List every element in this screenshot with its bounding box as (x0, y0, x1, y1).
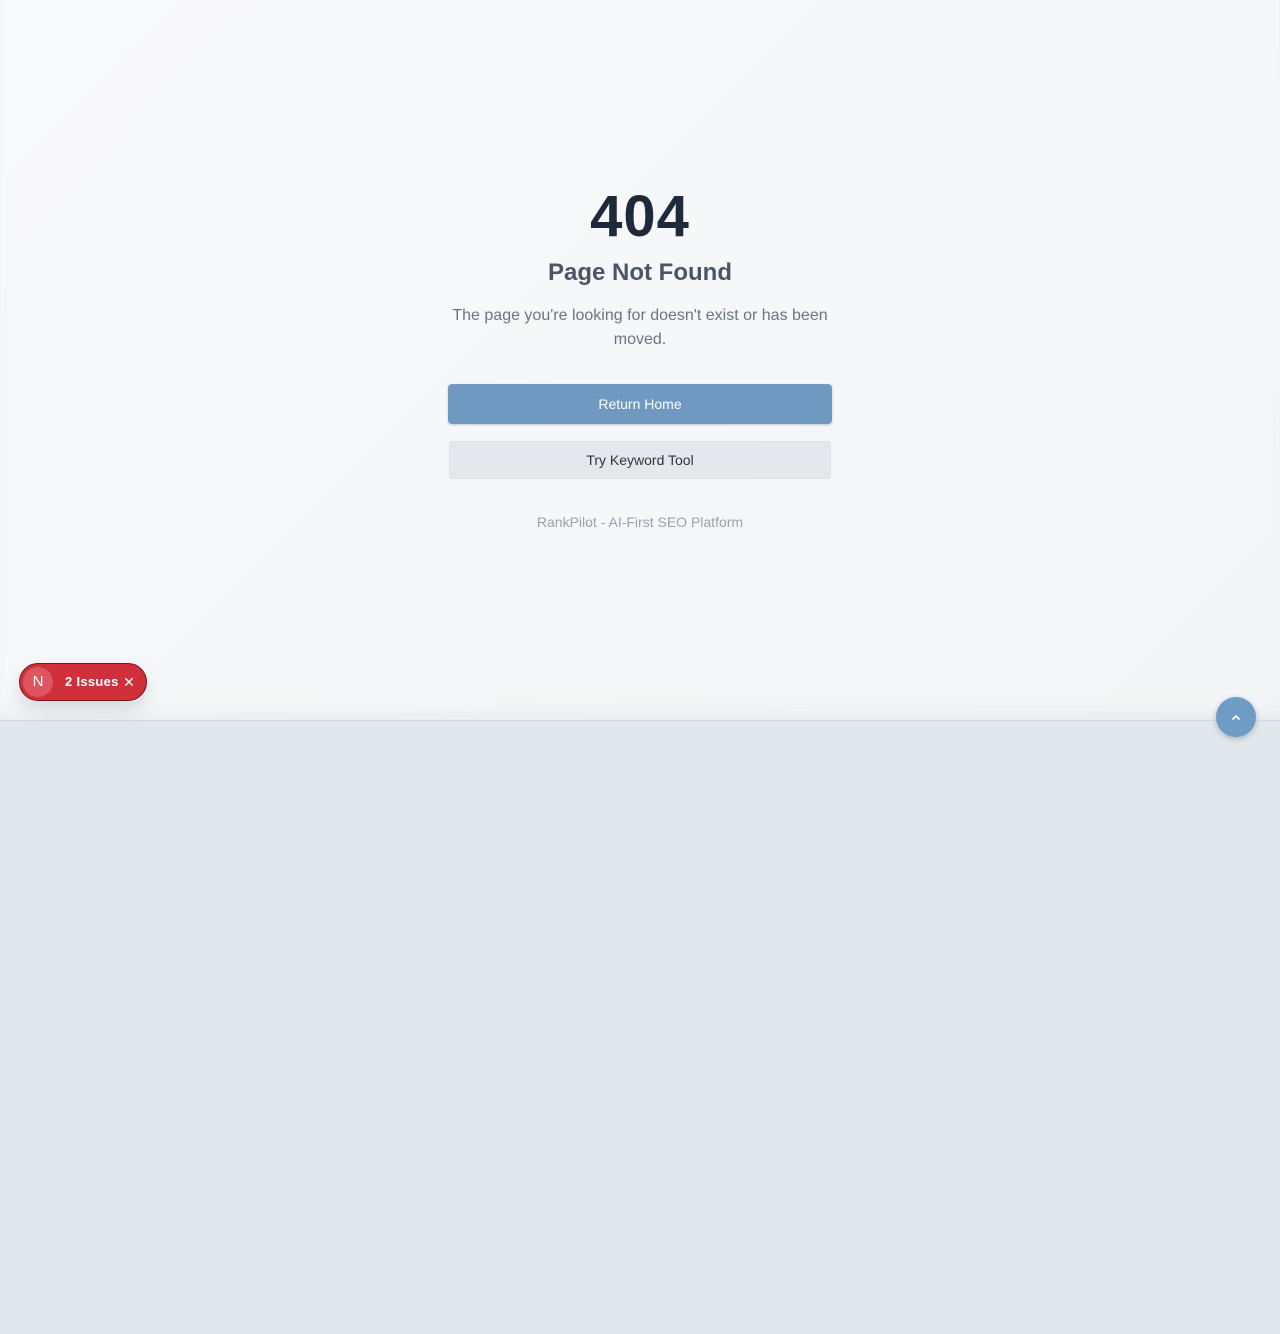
close-icon[interactable]: ✕ (122, 664, 136, 700)
error-description: The page you're looking for doesn't exis… (452, 307, 828, 348)
error-code: 404 (590, 184, 690, 249)
dev-issues-indicator[interactable]: N 2 Issues ✕ (19, 663, 147, 701)
issues-count-label[interactable]: 2 Issues (65, 664, 119, 700)
scroll-to-top-button[interactable] (1216, 697, 1256, 737)
error-page-panel: 404 Page Not Found The page you're looki… (0, 0, 1280, 721)
chevron-up-icon (1232, 715, 1240, 720)
brand-footer-text: RankPilot - AI-First SEO Platform (536, 514, 744, 530)
error-content: 404 Page Not Found The page you're looki… (448, 182, 832, 530)
page-title: Page Not Found (548, 259, 732, 286)
return-home-button[interactable]: Return Home (448, 384, 832, 424)
keyword-tool-button[interactable]: Try Keyword Tool (449, 441, 831, 479)
nextjs-logo-icon[interactable]: N (23, 667, 53, 697)
